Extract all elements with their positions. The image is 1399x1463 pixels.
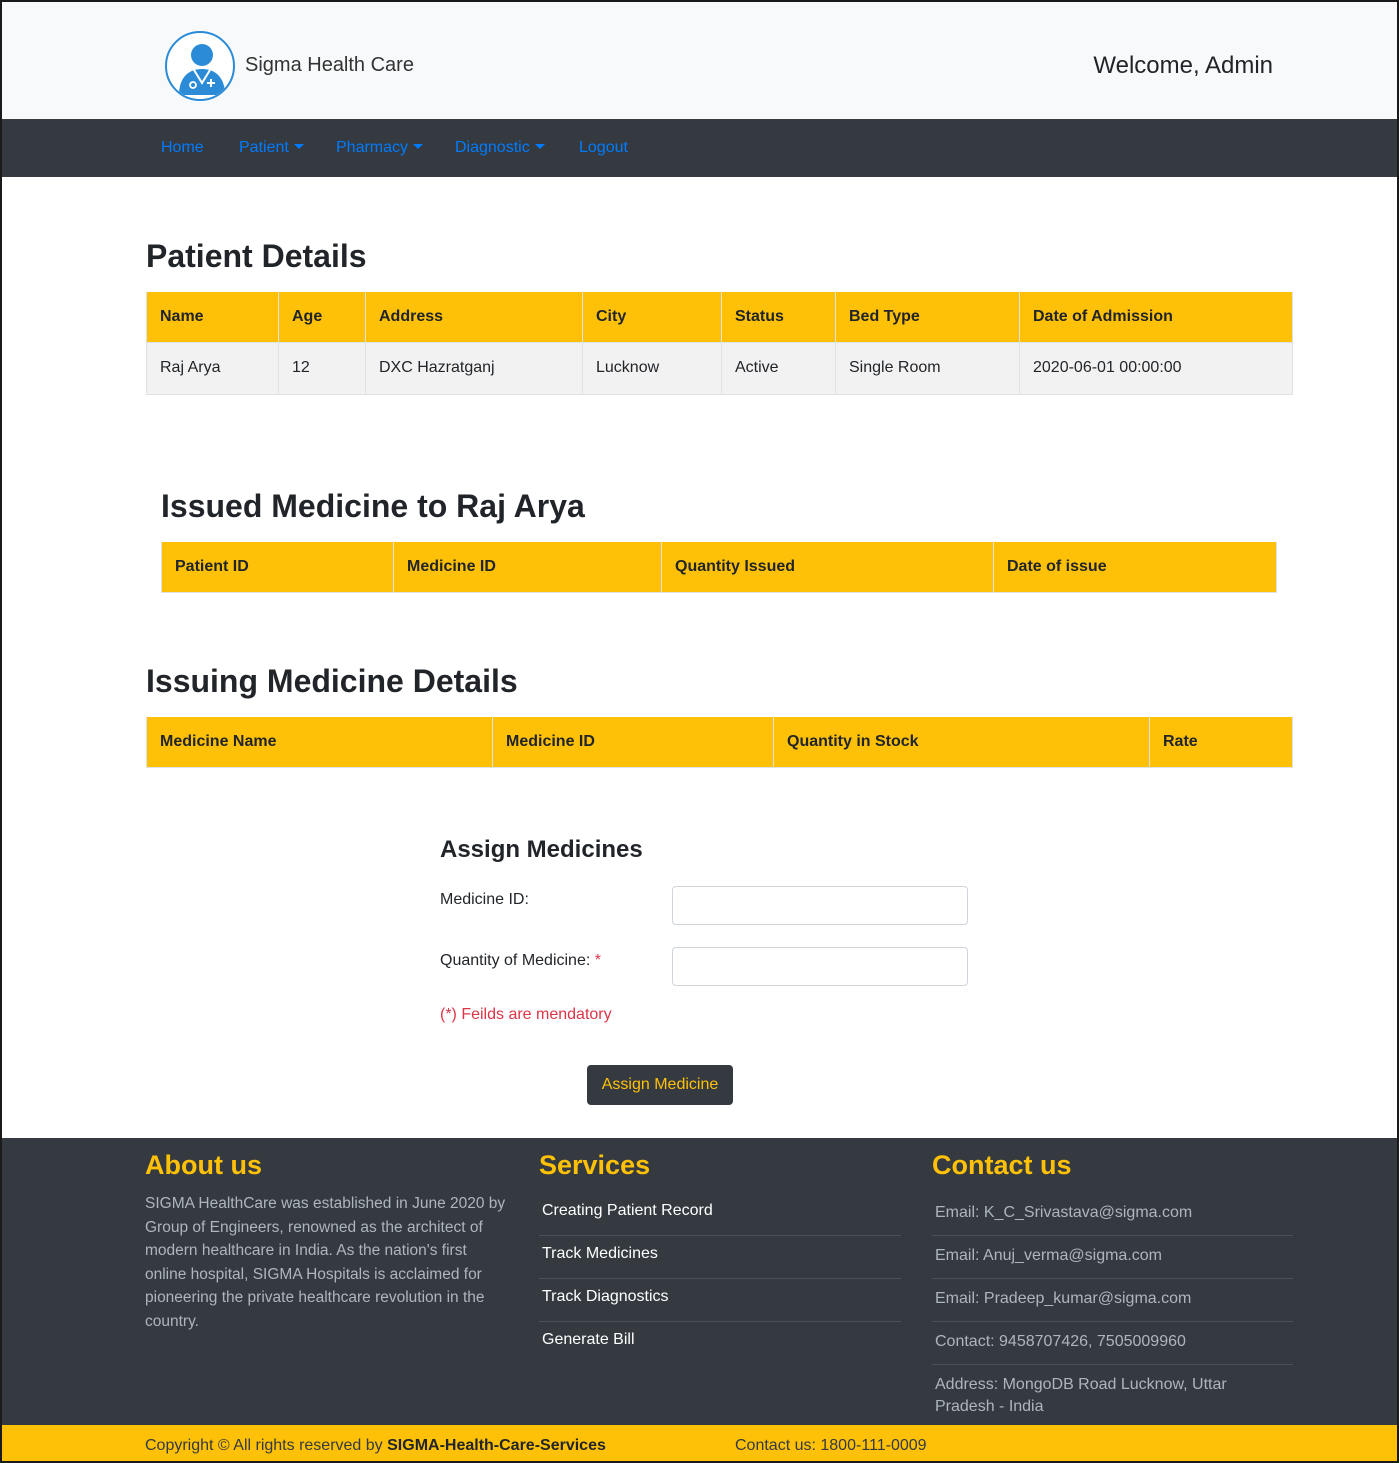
- copyright-text: Copyright © All rights reserved by SIGMA…: [145, 1437, 606, 1455]
- contact-email: Email: K_C_Srivastava@sigma.com: [932, 1194, 1293, 1236]
- column-header: Medicine Name: [146, 717, 493, 768]
- table-cell: 12: [278, 341, 366, 395]
- top-header: Sigma Health Care Welcome, Admin: [2, 2, 1397, 119]
- column-header: Status: [721, 292, 836, 343]
- contact-address: Address: MongoDB Road Lucknow, Uttar Pra…: [935, 1376, 1227, 1415]
- table-cell: 2020-06-01 00:00:00: [1019, 341, 1293, 395]
- nav-patient-dropdown[interactable]: Patient: [239, 139, 304, 157]
- main-navbar: Home Patient Pharmacy Diagnostic Logout: [2, 119, 1397, 177]
- quantity-input[interactable]: [672, 947, 968, 986]
- quantity-label: Quantity of Medicine: *: [440, 952, 601, 970]
- table-cell: Lucknow: [582, 341, 722, 395]
- patient-details-table: Name Age Address City Status Bed Type Da…: [146, 292, 1293, 395]
- brand-name[interactable]: Sigma Health Care: [245, 54, 414, 77]
- required-mark: *: [594, 952, 601, 969]
- services-heading: Services: [539, 1150, 651, 1180]
- nav-diagnostic-dropdown[interactable]: Diagnostic: [455, 139, 545, 157]
- issuing-medicine-table: Medicine Name Medicine ID Quantity in St…: [146, 717, 1293, 768]
- caret-down-icon: [293, 144, 304, 149]
- medicine-id-input[interactable]: [672, 886, 968, 925]
- doctor-avatar-icon[interactable]: [165, 31, 235, 101]
- column-header: Quantity in Stock: [773, 717, 1150, 768]
- column-header: Quantity Issued: [661, 542, 994, 593]
- patient-details-title: Patient Details: [146, 238, 367, 274]
- contact-us-heading: Contact us: [932, 1150, 1072, 1180]
- column-header: Rate: [1149, 717, 1293, 768]
- column-header: City: [582, 292, 722, 343]
- contact-email: Email: Anuj_verma@sigma.com: [932, 1237, 1293, 1279]
- table-cell: Active: [721, 341, 836, 395]
- assign-medicines-title: Assign Medicines: [440, 836, 643, 863]
- hotline-text: Contact us: 1800-111-0009: [735, 1437, 927, 1454]
- about-us-text: SIGMA HealthCare was established in June…: [145, 1195, 506, 1330]
- table-cell: Single Room: [835, 341, 1020, 395]
- column-header: Bed Type: [835, 292, 1020, 343]
- nav-pharmacy-dropdown[interactable]: Pharmacy: [336, 139, 424, 157]
- copyright-org: SIGMA-Health-Care-Services: [387, 1437, 606, 1454]
- caret-down-icon: [534, 144, 545, 149]
- column-header: Address: [365, 292, 583, 343]
- issuing-medicine-title: Issuing Medicine Details: [146, 663, 518, 699]
- service-link-track-diagnostics[interactable]: Track Diagnostics: [539, 1280, 901, 1322]
- assign-medicine-button[interactable]: Assign Medicine: [587, 1065, 733, 1105]
- table-header-row: Name Age Address City Status Bed Type Da…: [146, 292, 1293, 343]
- service-link-generate-bill[interactable]: Generate Bill: [539, 1323, 901, 1365]
- column-header: Name: [146, 292, 279, 343]
- nav-logout[interactable]: Logout: [579, 139, 628, 157]
- column-header: Patient ID: [161, 542, 394, 593]
- contact-phone: Contact: 9458707426, 7505009960: [932, 1323, 1293, 1365]
- nav-home-label: Home: [161, 139, 204, 156]
- nav-patient-label: Patient: [239, 139, 289, 156]
- contact-email: Email: Pradeep_kumar@sigma.com: [932, 1280, 1293, 1322]
- column-header: Medicine ID: [492, 717, 774, 768]
- table-row: Raj Arya 12 DXC Hazratganj Lucknow Activ…: [146, 341, 1293, 395]
- service-link-patient-record[interactable]: Creating Patient Record: [539, 1194, 901, 1236]
- table-cell: Raj Arya: [146, 341, 279, 395]
- column-header: Date of issue: [993, 542, 1277, 593]
- page: Sigma Health Care Welcome, Admin Home Pa…: [0, 0, 1399, 1463]
- nav-logout-label: Logout: [579, 139, 628, 156]
- column-header: Medicine ID: [393, 542, 662, 593]
- column-header: Age: [278, 292, 366, 343]
- issued-medicine-table: Patient ID Medicine ID Quantity Issued D…: [161, 542, 1277, 593]
- copyright-bar: Copyright © All rights reserved by SIGMA…: [2, 1425, 1397, 1461]
- caret-down-icon: [413, 144, 424, 149]
- nav-home[interactable]: Home: [161, 139, 204, 157]
- nav-diagnostic-label: Diagnostic: [455, 139, 530, 156]
- copyright-prefix: Copyright © All rights reserved by: [145, 1437, 383, 1454]
- table-header-row: Medicine Name Medicine ID Quantity in St…: [146, 717, 1293, 768]
- welcome-message: Welcome, Admin: [1093, 52, 1273, 79]
- table-cell: DXC Hazratganj: [365, 341, 583, 395]
- about-us-heading: About us: [145, 1150, 262, 1180]
- mandatory-note: (*) Feilds are mendatory: [440, 1006, 612, 1023]
- quantity-label-text: Quantity of Medicine:: [440, 952, 591, 969]
- medicine-id-label: Medicine ID:: [440, 891, 529, 908]
- table-header-row: Patient ID Medicine ID Quantity Issued D…: [161, 542, 1277, 593]
- footer: About us SIGMA HealthCare was establishe…: [2, 1138, 1397, 1425]
- column-header: Date of Admission: [1019, 292, 1293, 343]
- issued-medicine-title: Issued Medicine to Raj Arya: [161, 488, 585, 524]
- nav-pharmacy-label: Pharmacy: [336, 139, 409, 156]
- service-link-track-medicines[interactable]: Track Medicines: [539, 1237, 901, 1279]
